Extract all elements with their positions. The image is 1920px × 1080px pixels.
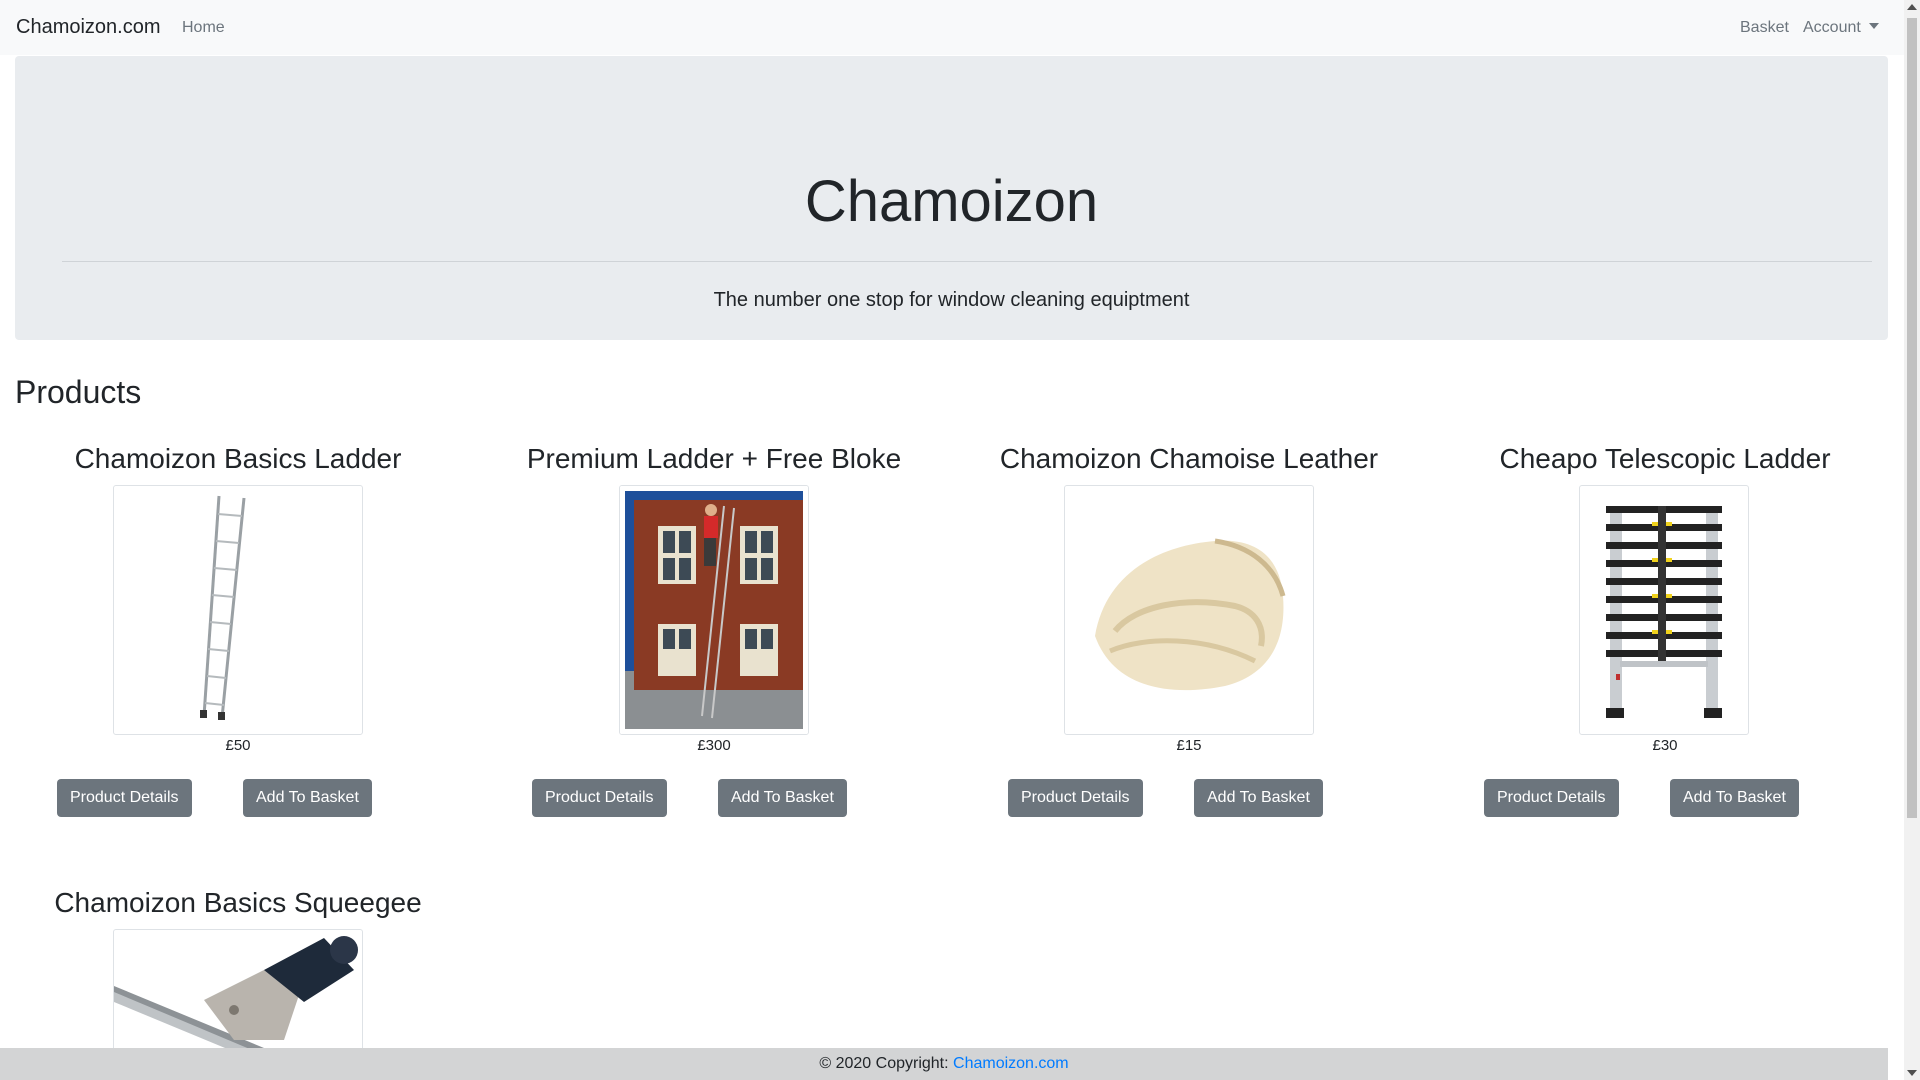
add-to-basket-button[interactable]: Add To Basket (243, 779, 372, 817)
add-to-basket-button[interactable]: Add To Basket (1194, 779, 1323, 817)
man-on-ladder-image[interactable] (619, 485, 809, 735)
nav-account-label: Account (1803, 19, 1861, 36)
brand-link[interactable]: Chamoizon.com (16, 16, 161, 39)
product-card: Premium Ladder + Free Bloke £300 Product… (476, 443, 952, 823)
product-details-button[interactable]: Product Details (1484, 779, 1619, 817)
squeegee-image[interactable] (113, 929, 363, 1060)
product-price: £30 (1652, 737, 1678, 754)
product-title: Chamoizon Basics Squeegee (54, 887, 422, 918)
nav-home-link[interactable]: Home (182, 19, 225, 37)
product-card: Chamoizon Chamoise Leather £15 Product D… (951, 443, 1427, 823)
scroll-down-arrow-icon[interactable] (1907, 1070, 1917, 1076)
product-title: Chamoizon Chamoise Leather (999, 443, 1379, 474)
nav-account-dropdown[interactable]: Account (1803, 19, 1879, 37)
product-price: £15 (1176, 737, 1202, 754)
footer-link[interactable]: Chamoizon.com (953, 1055, 1069, 1072)
product-card: Chamoizon Basics Squeegee (0, 887, 476, 1060)
hero-title: Chamoizon (804, 169, 1099, 234)
telescopic-ladder-image[interactable] (1579, 485, 1749, 735)
ladder-image[interactable] (113, 485, 363, 735)
product-details-button[interactable]: Product Details (532, 779, 667, 817)
navbar: Chamoizon.com Home Basket Account (0, 0, 1904, 55)
product-card: Cheapo Telescopic Ladder £30 Product Det… (1427, 443, 1903, 823)
hero-divider (62, 261, 1872, 262)
product-price: £300 (697, 737, 731, 754)
nav-basket-link[interactable]: Basket (1740, 19, 1789, 37)
product-price: £50 (225, 737, 251, 754)
product-title: Chamoizon Basics Ladder (74, 443, 402, 474)
hero-lead: The number one stop for window cleaning … (713, 289, 1190, 311)
products-heading: Products (15, 374, 142, 410)
product-details-button[interactable]: Product Details (57, 779, 192, 817)
scroll-up-arrow-icon[interactable] (1907, 4, 1917, 10)
product-title: Premium Ladder + Free Bloke (526, 443, 902, 474)
hero-jumbotron: Chamoizon The number one stop for window… (15, 56, 1888, 340)
footer: © 2020 Copyright: Chamoizon.com (0, 1048, 1888, 1080)
vertical-scrollbar[interactable] (1904, 0, 1920, 1080)
footer-copyright: © 2020 Copyright: (819, 1055, 954, 1072)
chamois-leather-image[interactable] (1064, 485, 1314, 735)
caret-down-icon (1868, 23, 1879, 29)
add-to-basket-button[interactable]: Add To Basket (1670, 779, 1799, 817)
scrollbar-thumb[interactable] (1907, 18, 1917, 818)
product-title: Cheapo Telescopic Ladder (1499, 443, 1831, 474)
product-card: Chamoizon Basics Ladder £50 Product Deta… (0, 443, 476, 823)
add-to-basket-button[interactable]: Add To Basket (718, 779, 847, 817)
product-details-button[interactable]: Product Details (1008, 779, 1143, 817)
